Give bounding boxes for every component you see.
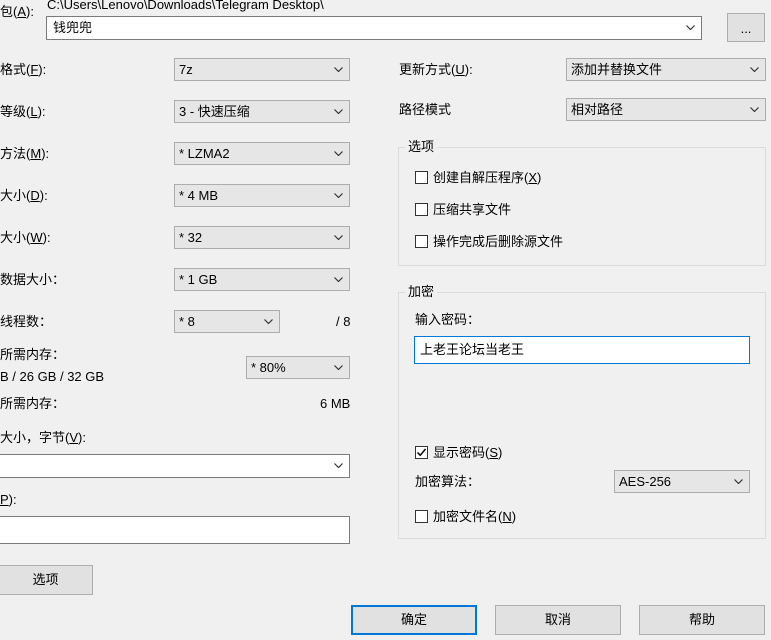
mem-decompress-value: 6 MB [320,396,351,411]
parameters-label: P): [0,492,17,507]
solid-block-value: * 1 GB [179,272,218,287]
update-mode-combo[interactable]: 添加并替换文件 [566,58,766,81]
chevron-down-icon [750,67,759,72]
parameters-input[interactable] [0,516,350,544]
chevron-down-icon [334,67,343,72]
chevron-down-icon [334,151,343,156]
update-mode-value: 添加并替换文件 [571,62,663,77]
chevron-down-icon [686,25,695,30]
archive-path: C:\Users\Lenovo\Downloads\Telegram Deskt… [47,0,324,12]
split-label: 大小，字节(V): [0,430,86,445]
path-mode-value: 相对路径 [571,102,624,117]
help-button[interactable]: 帮助 [639,605,765,635]
format-value: 7z [179,62,193,77]
chevron-down-icon [334,193,343,198]
word-size-value: * 32 [179,230,203,245]
chevron-down-icon [264,319,273,324]
chevron-down-icon [334,109,343,114]
cancel-button[interactable]: 取消 [495,605,621,635]
dictionary-size-value: * 4 MB [179,188,219,203]
update-mode-label: 更新方式(U): [399,62,473,77]
archive-name-combo[interactable]: 钱兜兜 [46,16,702,40]
password-label: 输入密码： [415,312,481,327]
password-input[interactable]: 上老王论坛当老王 [414,336,750,364]
threads-combo[interactable]: * 8 [174,310,280,333]
threads-value: * 8 [179,314,195,329]
password-value: 上老王论坛当老王 [420,342,525,357]
word-size-combo[interactable]: * 32 [174,226,350,249]
chevron-down-icon [334,277,343,282]
encrypt-names-label: 加密文件名(N) [433,509,517,524]
split-volume-combo[interactable] [0,454,350,478]
show-password-label: 显示密码(S) [433,445,503,460]
browse-button[interactable]: ... [727,13,765,42]
solid-block-combo[interactable]: * 1 GB [174,268,350,291]
show-password-checkbox[interactable] [415,446,428,459]
archive-label: 包(A): [0,4,34,19]
mem-decompress-label: 所需内存： [0,396,66,411]
chevron-down-icon [334,463,343,468]
mem-compress-detail: B / 26 GB / 32 GB [0,369,105,384]
checkmark-icon [416,448,427,457]
encryption-method-label: 加密算法： [415,474,481,489]
chevron-down-icon [334,365,343,370]
delete-after-checkbox[interactable] [415,235,428,248]
encryption-group-title: 加密 [405,283,438,301]
level-value: 3 - 快速压缩 [179,104,250,119]
level-combo[interactable]: 3 - 快速压缩 [174,100,350,123]
dictionary-size-label: 大小(D): [0,188,48,203]
word-size-label: 大小(W): [0,230,51,245]
shared-files-label: 压缩共享文件 [433,202,512,217]
method-label: 方法(M): [0,146,50,161]
threads-max: / 8 [336,314,351,329]
level-label: 等级(L): [0,104,46,119]
method-combo[interactable]: * LZMA2 [174,142,350,165]
sfx-checkbox[interactable] [415,171,428,184]
mem-compress-label: 所需内存： [0,347,66,362]
archive-name-value: 钱兜兜 [53,20,93,35]
shared-files-checkbox[interactable] [415,203,428,216]
path-mode-combo[interactable]: 相对路径 [566,98,766,121]
chevron-down-icon [334,235,343,240]
chevron-down-icon [750,107,759,112]
solid-block-label: 数据大小： [0,272,66,287]
options-button[interactable]: 选项 [0,565,93,595]
sfx-label: 创建自解压程序(X) [433,170,542,185]
format-label: 格式(F): [0,62,47,77]
encryption-method-value: AES-256 [619,474,672,489]
options-group-title: 选项 [405,138,438,156]
mem-usage-value: * 80% [251,360,286,375]
format-combo[interactable]: 7z [174,58,350,81]
chevron-down-icon [734,479,743,484]
delete-after-label: 操作完成后删除源文件 [433,234,564,249]
encryption-group: 加密 [398,283,766,539]
mem-usage-combo[interactable]: * 80% [246,356,350,379]
threads-label: 线程数： [0,314,53,329]
path-mode-label: 路径模式 [399,102,452,117]
encryption-method-combo[interactable]: AES-256 [614,470,750,493]
ok-button[interactable]: 确定 [351,605,477,635]
method-value: * LZMA2 [179,146,230,161]
dictionary-size-combo[interactable]: * 4 MB [174,184,350,207]
encrypt-names-checkbox[interactable] [415,510,428,523]
